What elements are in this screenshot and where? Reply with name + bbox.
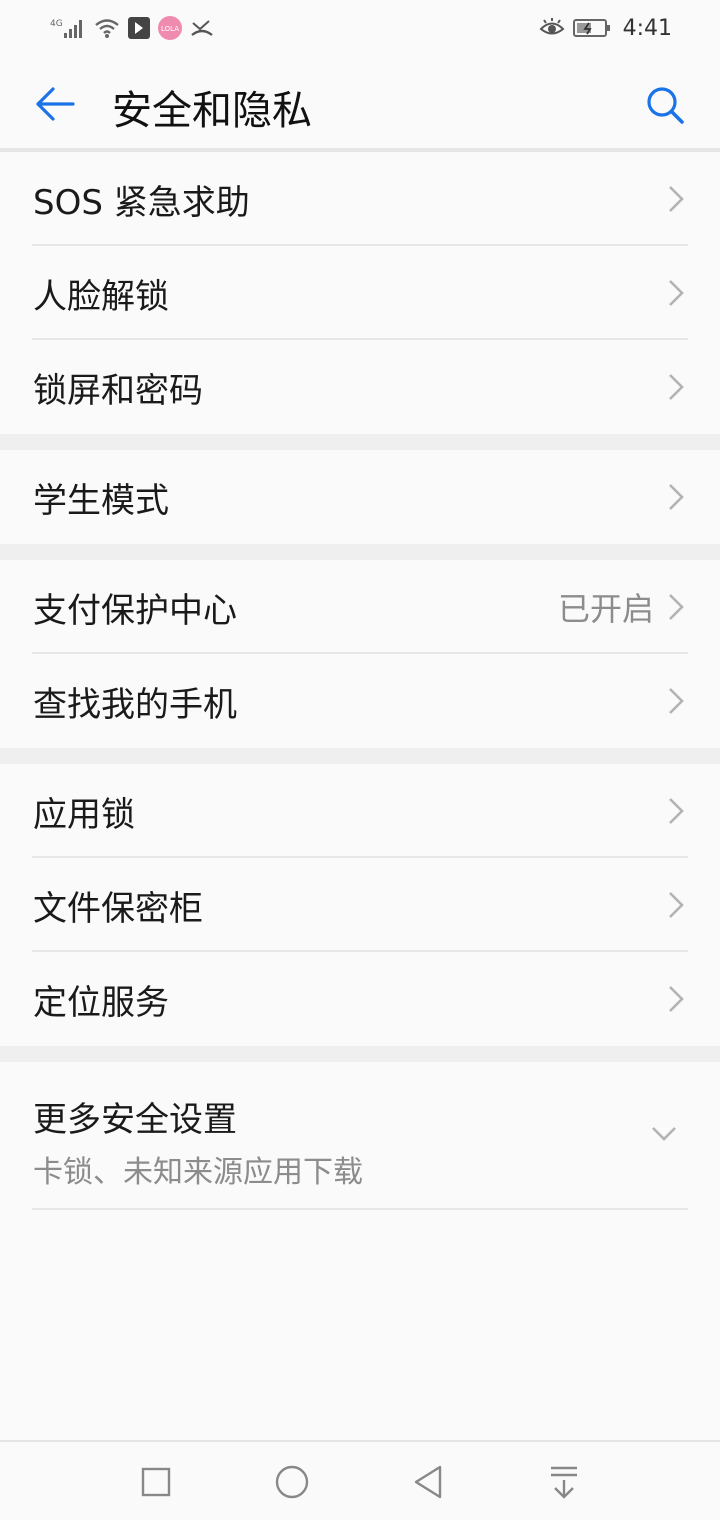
list-item-more-security[interactable]: 更多安全设置 卡锁、未知来源应用下载 [0, 1062, 720, 1210]
cellular-signal-icon: 4G [50, 17, 86, 39]
list-item-label: 应用锁 [33, 794, 135, 835]
group-separator [0, 748, 720, 764]
back-arrow-icon [36, 87, 75, 121]
list-item-student-mode[interactable]: 学生模式 [0, 450, 720, 544]
list-item-app-lock[interactable]: 应用锁 [0, 764, 720, 858]
svg-text:4G: 4G [50, 19, 63, 29]
back-button[interactable] [30, 82, 80, 126]
home-button[interactable] [268, 1458, 316, 1506]
settings-group-privacy: 应用锁 文件保密柜 定位服务 [0, 764, 720, 1046]
chevron-right-icon [668, 279, 684, 307]
status-left: 4G LOLA [50, 16, 214, 40]
chevron-right-icon [668, 483, 684, 511]
status-right: 4:41 [539, 16, 672, 41]
list-item-text: 更多安全设置 卡锁、未知来源应用下载 [33, 1092, 363, 1191]
square-icon [141, 1467, 171, 1497]
status-bar: 4G LOLA 4:41 [0, 0, 720, 56]
settings-group-more: 更多安全设置 卡锁、未知来源应用下载 [0, 1062, 720, 1210]
list-item-label: 定位服务 [33, 982, 169, 1023]
chevron-down-icon [650, 1124, 678, 1144]
chevron-right-icon [668, 185, 684, 213]
svg-text:LOLA: LOLA [161, 25, 179, 33]
list-item-sos[interactable]: SOS 紧急求助 [0, 152, 720, 246]
pull-down-icon [551, 1466, 577, 1499]
chevron-right-icon [668, 687, 684, 715]
group-separator [0, 434, 720, 450]
settings-group-student: 学生模式 [0, 450, 720, 544]
list-item-lock-screen[interactable]: 锁屏和密码 [0, 340, 720, 434]
page-title: 安全和隐私 [112, 88, 312, 134]
wifi-icon [94, 17, 120, 39]
navigation-bar [0, 1440, 720, 1520]
search-button[interactable] [640, 82, 690, 128]
list-item-label: 文件保密柜 [33, 888, 203, 929]
list-item-label: 支付保护中心 [33, 590, 237, 631]
triangle-back-icon [414, 1465, 442, 1499]
list-item-label: 更多安全设置 [33, 1100, 237, 1140]
notification-pull-button[interactable] [540, 1458, 588, 1506]
app-bar: 安全和隐私 [0, 56, 720, 152]
chevron-right-icon [668, 373, 684, 401]
list-item-face-unlock[interactable]: 人脸解锁 [0, 246, 720, 340]
chevron-right-icon [668, 797, 684, 825]
settings-list: SOS 紧急求助 人脸解锁 锁屏和密码 学生模式 支付保护中心 已开启 查找我的… [0, 152, 720, 1210]
list-item-payment-protection[interactable]: 支付保护中心 已开启 [0, 560, 720, 654]
media-app-icon [128, 17, 150, 39]
divider [32, 1208, 688, 1210]
list-item-file-safe[interactable]: 文件保密柜 [0, 858, 720, 952]
list-item-find-my-phone[interactable]: 查找我的手机 [0, 654, 720, 748]
missed-call-icon [190, 17, 214, 39]
group-separator [0, 1046, 720, 1062]
chevron-right-icon [668, 985, 684, 1013]
status-time: 4:41 [622, 15, 672, 41]
group-separator [0, 544, 720, 560]
eye-comfort-icon [539, 18, 565, 38]
back-nav-button[interactable] [404, 1458, 452, 1506]
chevron-right-icon [668, 593, 684, 621]
settings-group-security: SOS 紧急求助 人脸解锁 锁屏和密码 [0, 152, 720, 434]
search-icon [647, 87, 684, 124]
battery-charging-icon [572, 18, 611, 38]
recents-button[interactable] [132, 1458, 180, 1506]
list-item-subtitle: 卡锁、未知来源应用下载 [33, 1155, 363, 1190]
chevron-right-icon [668, 891, 684, 919]
status-value: 已开启 [557, 590, 654, 628]
settings-group-payment: 支付保护中心 已开启 查找我的手机 [0, 560, 720, 748]
list-item-label: SOS 紧急求助 [33, 182, 250, 223]
list-item-label: 人脸解锁 [33, 276, 169, 317]
list-item-label: 查找我的手机 [33, 684, 237, 725]
list-item-label: 锁屏和密码 [33, 370, 203, 411]
lola-app-icon: LOLA [158, 16, 182, 40]
list-item-location-services[interactable]: 定位服务 [0, 952, 720, 1046]
list-item-label: 学生模式 [33, 480, 169, 521]
circle-icon [275, 1465, 309, 1499]
